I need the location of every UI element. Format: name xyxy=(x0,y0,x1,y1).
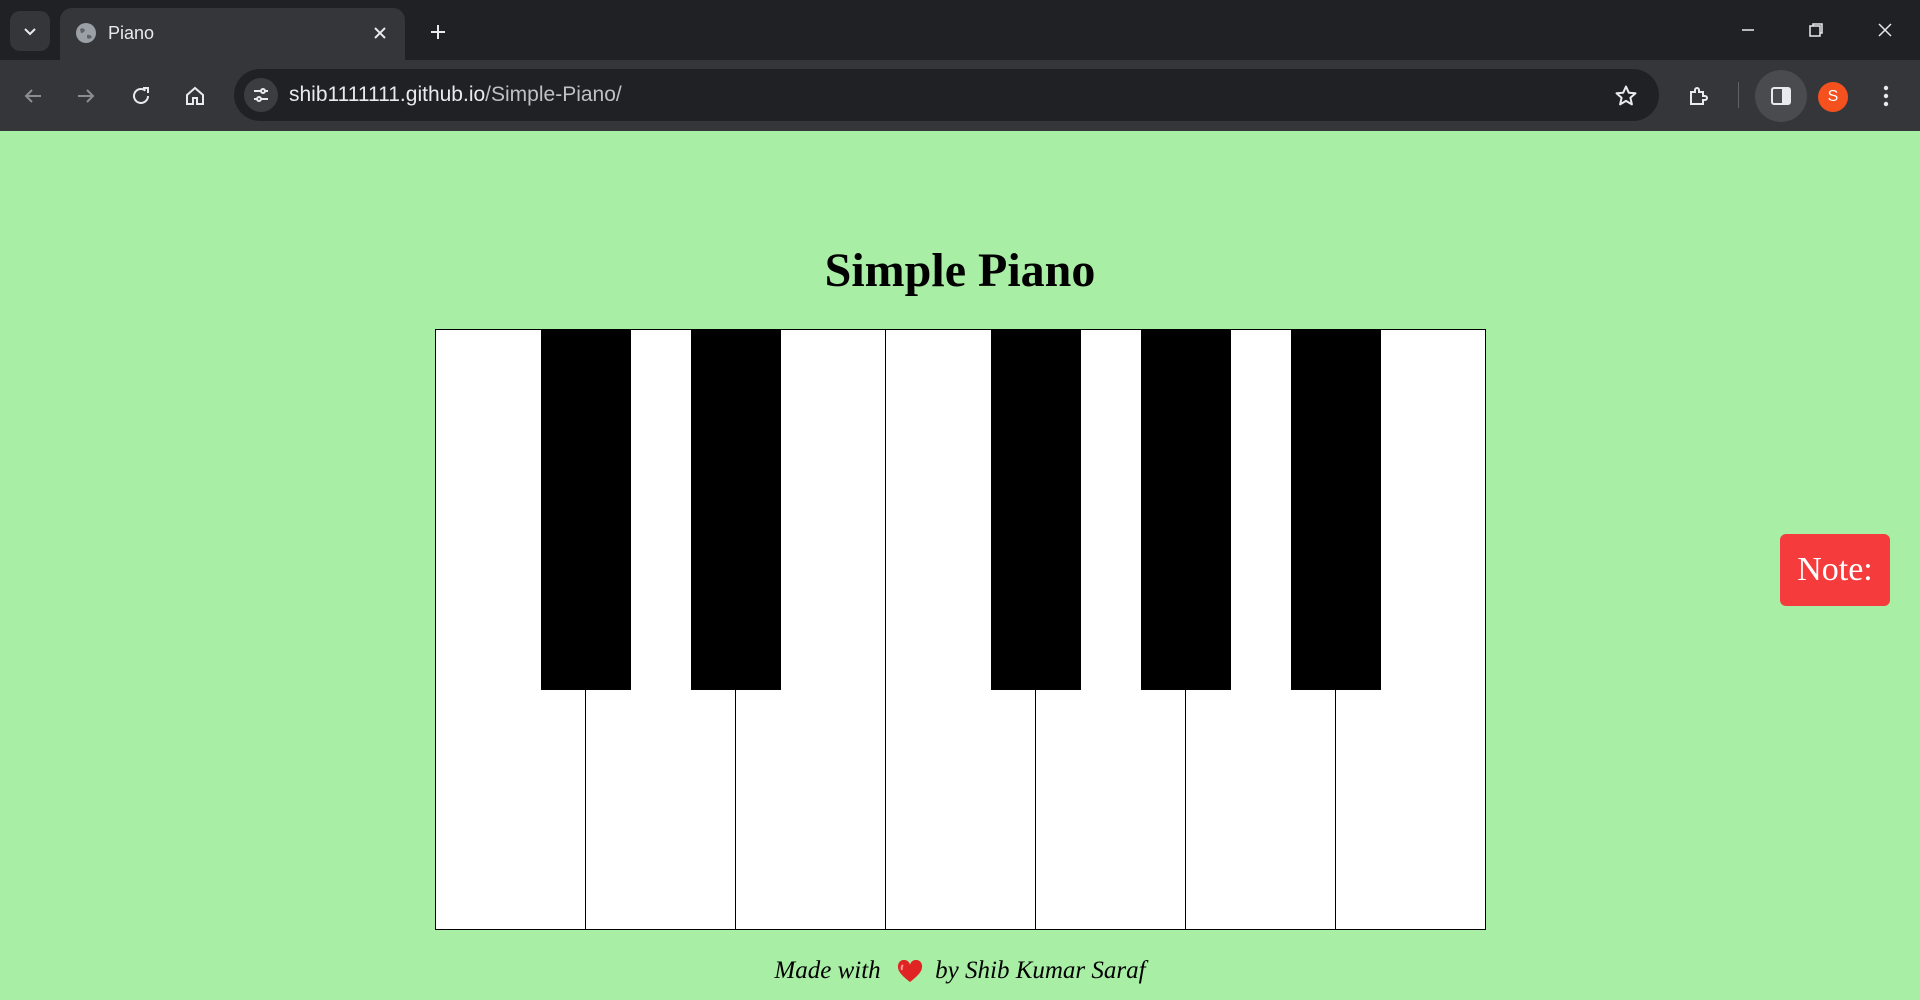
more-vertical-icon xyxy=(1883,85,1889,107)
tab-search-button[interactable] xyxy=(10,11,50,51)
page-content: Simple Piano Made with by Shib Kumar Sar… xyxy=(0,131,1920,1000)
black-key[interactable] xyxy=(1291,330,1381,690)
tab-title: Piano xyxy=(108,23,155,43)
tune-icon xyxy=(254,88,268,102)
arrow-left-icon xyxy=(24,89,41,103)
close-icon xyxy=(1878,23,1892,37)
side-panel-icon xyxy=(1771,87,1791,105)
close-icon xyxy=(374,27,386,39)
side-panel-button[interactable] xyxy=(1755,70,1807,122)
url-domain: shib1111111.github.io xyxy=(289,83,486,106)
globe-icon xyxy=(76,23,96,43)
arrow-right-icon xyxy=(78,89,95,103)
home-icon xyxy=(186,86,204,105)
footer-prefix: Made with xyxy=(774,957,881,984)
restore-button[interactable] xyxy=(1796,10,1836,50)
forward-button[interactable] xyxy=(66,76,106,116)
toolbar-separator xyxy=(1738,82,1739,108)
reload-button[interactable] xyxy=(121,76,161,116)
close-tab-button[interactable] xyxy=(365,18,395,48)
minimize-button[interactable] xyxy=(1728,10,1768,50)
browser-tab-bar: Piano xyxy=(0,0,1920,60)
home-button[interactable] xyxy=(175,76,215,116)
footer-credit: Made with by Shib Kumar Saraf xyxy=(0,957,1920,985)
chevron-down-icon xyxy=(24,28,36,36)
piano-keyboard xyxy=(435,329,1486,930)
close-window-button[interactable] xyxy=(1865,10,1905,50)
browser-tab[interactable]: Piano xyxy=(60,8,405,60)
black-key[interactable] xyxy=(541,330,631,690)
url-text[interactable]: shib1111111.github.io/Simple-Piano/ xyxy=(289,83,622,107)
black-key[interactable] xyxy=(691,330,781,690)
minimize-icon xyxy=(1742,29,1754,31)
menu-button[interactable] xyxy=(1866,76,1906,116)
reload-icon xyxy=(133,87,149,104)
bookmark-button[interactable] xyxy=(1611,81,1641,111)
star-icon xyxy=(1615,85,1637,106)
heart-icon xyxy=(897,960,922,983)
extensions-button[interactable] xyxy=(1679,76,1719,116)
black-key[interactable] xyxy=(991,330,1081,690)
footer-suffix: by Shib Kumar Saraf xyxy=(935,957,1146,984)
url-path: /Simple-Piano/ xyxy=(485,83,622,106)
back-button[interactable] xyxy=(13,76,53,116)
browser-toolbar: shib1111111.github.io/Simple-Piano/ S xyxy=(0,60,1920,131)
restore-icon xyxy=(1809,23,1823,37)
puzzle-icon xyxy=(1690,87,1708,105)
address-bar[interactable]: shib1111111.github.io/Simple-Piano/ xyxy=(234,69,1659,121)
page-title: Simple Piano xyxy=(824,244,1096,297)
profile-avatar[interactable]: S xyxy=(1818,82,1848,112)
new-tab-button[interactable] xyxy=(420,14,456,50)
black-key[interactable] xyxy=(1141,330,1231,690)
site-info-button[interactable] xyxy=(244,78,278,112)
note-display: Note: xyxy=(1780,534,1890,606)
plus-icon xyxy=(431,25,445,39)
